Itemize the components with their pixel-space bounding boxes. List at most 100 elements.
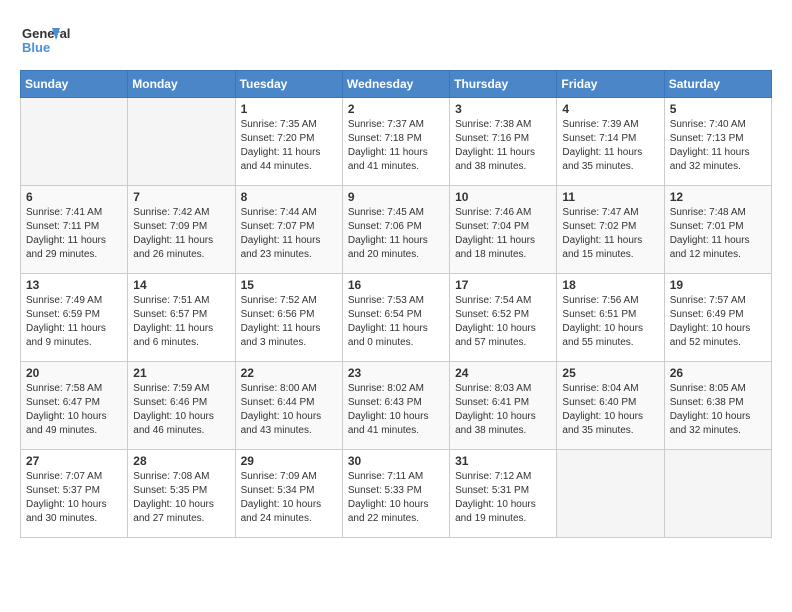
sunset: Sunset: 5:35 PM [133, 485, 207, 496]
weekday-header-row: SundayMondayTuesdayWednesdayThursdayFrid… [21, 71, 772, 98]
calendar-cell: 8 Sunrise: 7:44 AM Sunset: 7:07 PM Dayli… [235, 186, 342, 274]
cell-content: Sunrise: 7:53 AM Sunset: 6:54 PM Dayligh… [348, 294, 444, 350]
day-number: 27 [26, 454, 122, 468]
daylight: Daylight: 10 hours and 57 minutes. [455, 323, 536, 348]
daylight: Daylight: 10 hours and 41 minutes. [348, 411, 429, 436]
cell-content: Sunrise: 7:38 AM Sunset: 7:16 PM Dayligh… [455, 118, 551, 174]
sunset: Sunset: 5:31 PM [455, 485, 529, 496]
sunrise: Sunrise: 8:04 AM [562, 383, 638, 394]
sunrise: Sunrise: 7:37 AM [348, 119, 424, 130]
day-number: 31 [455, 454, 551, 468]
sunrise: Sunrise: 8:05 AM [670, 383, 746, 394]
sunset: Sunset: 7:09 PM [133, 221, 207, 232]
sunrise: Sunrise: 8:00 AM [241, 383, 317, 394]
sunset: Sunset: 7:16 PM [455, 133, 529, 144]
cell-content: Sunrise: 7:39 AM Sunset: 7:14 PM Dayligh… [562, 118, 658, 174]
sunset: Sunset: 6:47 PM [26, 397, 100, 408]
cell-content: Sunrise: 8:04 AM Sunset: 6:40 PM Dayligh… [562, 382, 658, 438]
day-number: 3 [455, 102, 551, 116]
cell-content: Sunrise: 7:58 AM Sunset: 6:47 PM Dayligh… [26, 382, 122, 438]
logo: General Blue [20, 20, 100, 60]
day-number: 21 [133, 366, 229, 380]
calendar-cell: 9 Sunrise: 7:45 AM Sunset: 7:06 PM Dayli… [342, 186, 449, 274]
day-number: 25 [562, 366, 658, 380]
daylight: Daylight: 11 hours and 23 minutes. [241, 235, 321, 260]
sunrise: Sunrise: 7:48 AM [670, 207, 746, 218]
daylight: Daylight: 10 hours and 30 minutes. [26, 499, 107, 524]
sunrise: Sunrise: 7:53 AM [348, 295, 424, 306]
calendar-cell: 10 Sunrise: 7:46 AM Sunset: 7:04 PM Dayl… [450, 186, 557, 274]
sunrise: Sunrise: 7:07 AM [26, 471, 102, 482]
calendar-cell: 13 Sunrise: 7:49 AM Sunset: 6:59 PM Dayl… [21, 274, 128, 362]
daylight: Daylight: 11 hours and 26 minutes. [133, 235, 213, 260]
calendar-cell: 22 Sunrise: 8:00 AM Sunset: 6:44 PM Dayl… [235, 362, 342, 450]
calendar-cell: 11 Sunrise: 7:47 AM Sunset: 7:02 PM Dayl… [557, 186, 664, 274]
cell-content: Sunrise: 8:00 AM Sunset: 6:44 PM Dayligh… [241, 382, 337, 438]
sunrise: Sunrise: 7:47 AM [562, 207, 638, 218]
calendar-cell: 17 Sunrise: 7:54 AM Sunset: 6:52 PM Dayl… [450, 274, 557, 362]
sunrise: Sunrise: 7:35 AM [241, 119, 317, 130]
daylight: Daylight: 10 hours and 35 minutes. [562, 411, 643, 436]
sunrise: Sunrise: 7:12 AM [455, 471, 531, 482]
daylight: Daylight: 10 hours and 55 minutes. [562, 323, 643, 348]
calendar-cell: 31 Sunrise: 7:12 AM Sunset: 5:31 PM Dayl… [450, 450, 557, 538]
cell-content: Sunrise: 7:42 AM Sunset: 7:09 PM Dayligh… [133, 206, 229, 262]
day-number: 8 [241, 190, 337, 204]
day-number: 12 [670, 190, 766, 204]
sunset: Sunset: 7:18 PM [348, 133, 422, 144]
weekday-header: Monday [128, 71, 235, 98]
weekday-header: Tuesday [235, 71, 342, 98]
sunset: Sunset: 7:11 PM [26, 221, 99, 232]
cell-content: Sunrise: 7:45 AM Sunset: 7:06 PM Dayligh… [348, 206, 444, 262]
calendar-cell: 5 Sunrise: 7:40 AM Sunset: 7:13 PM Dayli… [664, 98, 771, 186]
sunrise: Sunrise: 7:58 AM [26, 383, 102, 394]
cell-content: Sunrise: 7:12 AM Sunset: 5:31 PM Dayligh… [455, 470, 551, 526]
sunset: Sunset: 6:38 PM [670, 397, 744, 408]
daylight: Daylight: 11 hours and 38 minutes. [455, 147, 535, 172]
calendar-week-row: 20 Sunrise: 7:58 AM Sunset: 6:47 PM Dayl… [21, 362, 772, 450]
cell-content: Sunrise: 7:49 AM Sunset: 6:59 PM Dayligh… [26, 294, 122, 350]
daylight: Daylight: 10 hours and 19 minutes. [455, 499, 536, 524]
cell-content: Sunrise: 7:51 AM Sunset: 6:57 PM Dayligh… [133, 294, 229, 350]
page-header: General Blue [20, 20, 772, 60]
daylight: Daylight: 11 hours and 32 minutes. [670, 147, 750, 172]
calendar-cell: 1 Sunrise: 7:35 AM Sunset: 7:20 PM Dayli… [235, 98, 342, 186]
day-number: 22 [241, 366, 337, 380]
svg-text:General: General [22, 26, 70, 41]
cell-content: Sunrise: 8:03 AM Sunset: 6:41 PM Dayligh… [455, 382, 551, 438]
logo-icon: General Blue [20, 20, 100, 60]
sunset: Sunset: 6:46 PM [133, 397, 207, 408]
cell-content: Sunrise: 7:41 AM Sunset: 7:11 PM Dayligh… [26, 206, 122, 262]
calendar-cell: 2 Sunrise: 7:37 AM Sunset: 7:18 PM Dayli… [342, 98, 449, 186]
cell-content: Sunrise: 7:40 AM Sunset: 7:13 PM Dayligh… [670, 118, 766, 174]
cell-content: Sunrise: 7:35 AM Sunset: 7:20 PM Dayligh… [241, 118, 337, 174]
calendar-cell: 21 Sunrise: 7:59 AM Sunset: 6:46 PM Dayl… [128, 362, 235, 450]
calendar-cell: 30 Sunrise: 7:11 AM Sunset: 5:33 PM Dayl… [342, 450, 449, 538]
sunset: Sunset: 7:04 PM [455, 221, 529, 232]
day-number: 6 [26, 190, 122, 204]
sunset: Sunset: 6:54 PM [348, 309, 422, 320]
calendar-cell: 29 Sunrise: 7:09 AM Sunset: 5:34 PM Dayl… [235, 450, 342, 538]
sunrise: Sunrise: 7:44 AM [241, 207, 317, 218]
sunset: Sunset: 7:06 PM [348, 221, 422, 232]
sunrise: Sunrise: 8:03 AM [455, 383, 531, 394]
calendar-cell: 19 Sunrise: 7:57 AM Sunset: 6:49 PM Dayl… [664, 274, 771, 362]
calendar-cell: 7 Sunrise: 7:42 AM Sunset: 7:09 PM Dayli… [128, 186, 235, 274]
sunrise: Sunrise: 7:38 AM [455, 119, 531, 130]
day-number: 13 [26, 278, 122, 292]
sunrise: Sunrise: 7:39 AM [562, 119, 638, 130]
daylight: Daylight: 10 hours and 27 minutes. [133, 499, 214, 524]
day-number: 4 [562, 102, 658, 116]
sunset: Sunset: 6:52 PM [455, 309, 529, 320]
cell-content: Sunrise: 7:09 AM Sunset: 5:34 PM Dayligh… [241, 470, 337, 526]
daylight: Daylight: 11 hours and 35 minutes. [562, 147, 642, 172]
sunrise: Sunrise: 7:42 AM [133, 207, 209, 218]
calendar-cell: 6 Sunrise: 7:41 AM Sunset: 7:11 PM Dayli… [21, 186, 128, 274]
cell-content: Sunrise: 7:08 AM Sunset: 5:35 PM Dayligh… [133, 470, 229, 526]
sunrise: Sunrise: 7:51 AM [133, 295, 209, 306]
calendar-cell: 27 Sunrise: 7:07 AM Sunset: 5:37 PM Dayl… [21, 450, 128, 538]
day-number: 20 [26, 366, 122, 380]
day-number: 11 [562, 190, 658, 204]
day-number: 29 [241, 454, 337, 468]
cell-content: Sunrise: 7:37 AM Sunset: 7:18 PM Dayligh… [348, 118, 444, 174]
